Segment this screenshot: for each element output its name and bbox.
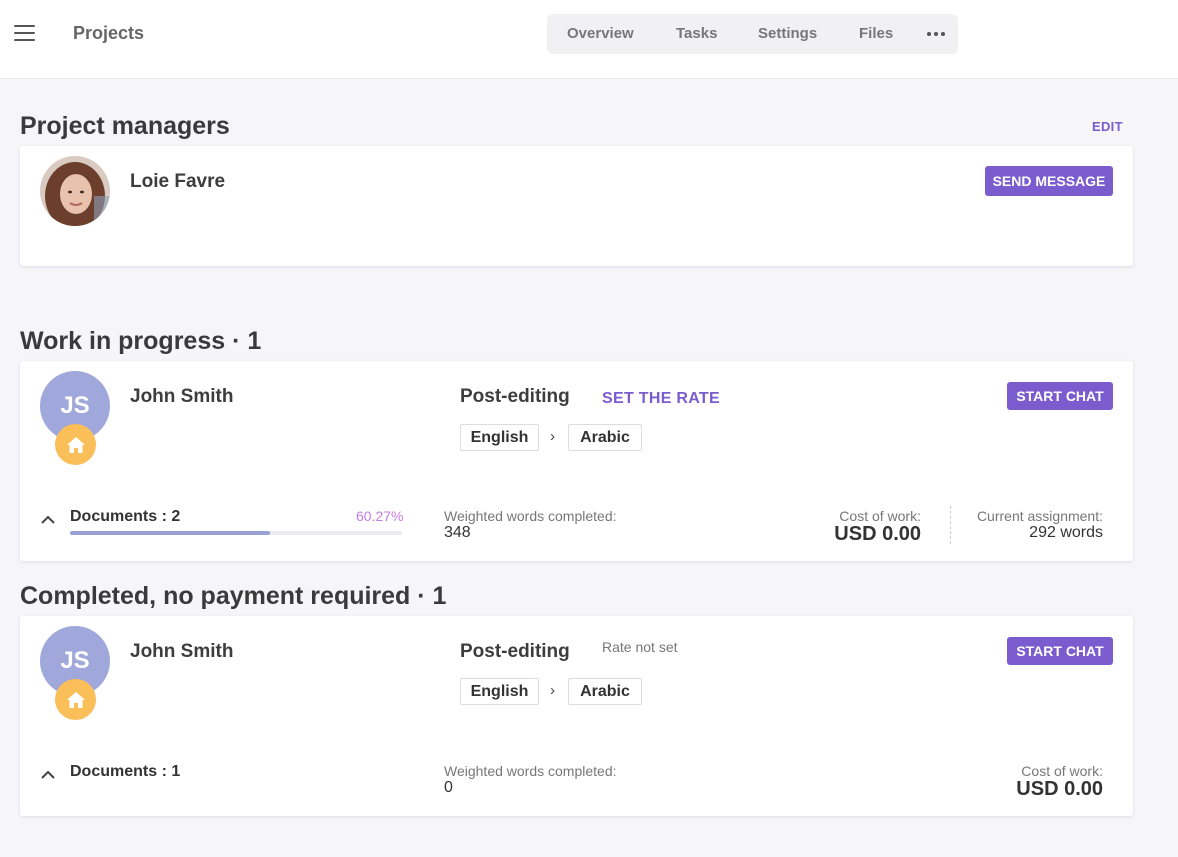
tab-files[interactable]: Files	[859, 25, 893, 42]
completed-card: JS John Smith Post-editing Rate not set …	[20, 616, 1133, 816]
manager-card: Loie Favre SEND MESSAGE	[20, 146, 1133, 266]
tab-settings[interactable]: Settings	[758, 25, 817, 42]
send-message-button[interactable]: SEND MESSAGE	[985, 166, 1113, 196]
progress-percent: 60.27%	[356, 508, 404, 524]
start-chat-button[interactable]: START CHAT	[1007, 382, 1113, 410]
progress-bar	[70, 531, 402, 535]
app-title: Projects	[73, 23, 145, 43]
documents-toggle[interactable]: Documents : 2	[70, 508, 180, 526]
cost-value: USD 0.00	[1016, 778, 1103, 800]
section-title-managers: Project managers	[20, 112, 230, 140]
cost-label: Cost of work:	[1021, 763, 1103, 779]
assignee-name: John Smith	[130, 386, 234, 407]
assignment-label: Current assignment:	[976, 508, 1103, 524]
source-language: English	[460, 678, 539, 705]
section-title-wip: Work in progress · 1	[20, 327, 262, 355]
home-icon	[55, 424, 96, 465]
weighted-words-label: Weighted words completed:	[444, 508, 617, 524]
weighted-words-value: 348	[444, 524, 471, 541]
more-horizontal-icon[interactable]	[927, 32, 945, 36]
wip-card: JS John Smith Post-editing SET THE RATE …	[20, 361, 1133, 561]
manager-name: Loie Favre	[130, 171, 226, 192]
chevron-right-icon: ›	[550, 682, 555, 699]
chevron-right-icon: ›	[550, 428, 555, 445]
source-language: English	[460, 424, 539, 451]
set-rate-link[interactable]: SET THE RATE	[602, 390, 720, 408]
service-name: Post-editing	[460, 386, 570, 407]
weighted-words-label: Weighted words completed:	[444, 763, 617, 779]
documents-toggle[interactable]: Documents : 1	[70, 763, 180, 781]
chevron-up-icon[interactable]	[40, 767, 56, 783]
weighted-words-value: 0	[444, 779, 453, 796]
start-chat-button[interactable]: START CHAT	[1007, 637, 1113, 665]
assignee-name: John Smith	[130, 641, 234, 662]
service-name: Post-editing	[460, 641, 570, 662]
target-language: Arabic	[568, 678, 642, 705]
edit-managers-link[interactable]: EDIT	[1092, 119, 1123, 134]
tab-overview[interactable]: Overview	[567, 25, 634, 42]
divider	[950, 506, 951, 544]
hamburger-icon[interactable]	[14, 25, 36, 43]
cost-label: Cost of work:	[839, 508, 921, 524]
tab-tasks[interactable]: Tasks	[676, 25, 717, 42]
nav-tabs: Overview Tasks Settings Files	[547, 14, 958, 54]
rate-status: Rate not set	[602, 639, 678, 655]
chevron-up-icon[interactable]	[40, 512, 56, 528]
progress-fill	[70, 531, 271, 535]
top-bar: Projects Overview Tasks Settings Files	[0, 0, 1178, 79]
cost-value: USD 0.00	[834, 523, 921, 545]
home-icon	[55, 679, 96, 720]
avatar	[40, 156, 110, 226]
section-title-completed: Completed, no payment required · 1	[20, 582, 447, 610]
target-language: Arabic	[568, 424, 642, 451]
assignment-value: 292 words	[1029, 524, 1103, 541]
